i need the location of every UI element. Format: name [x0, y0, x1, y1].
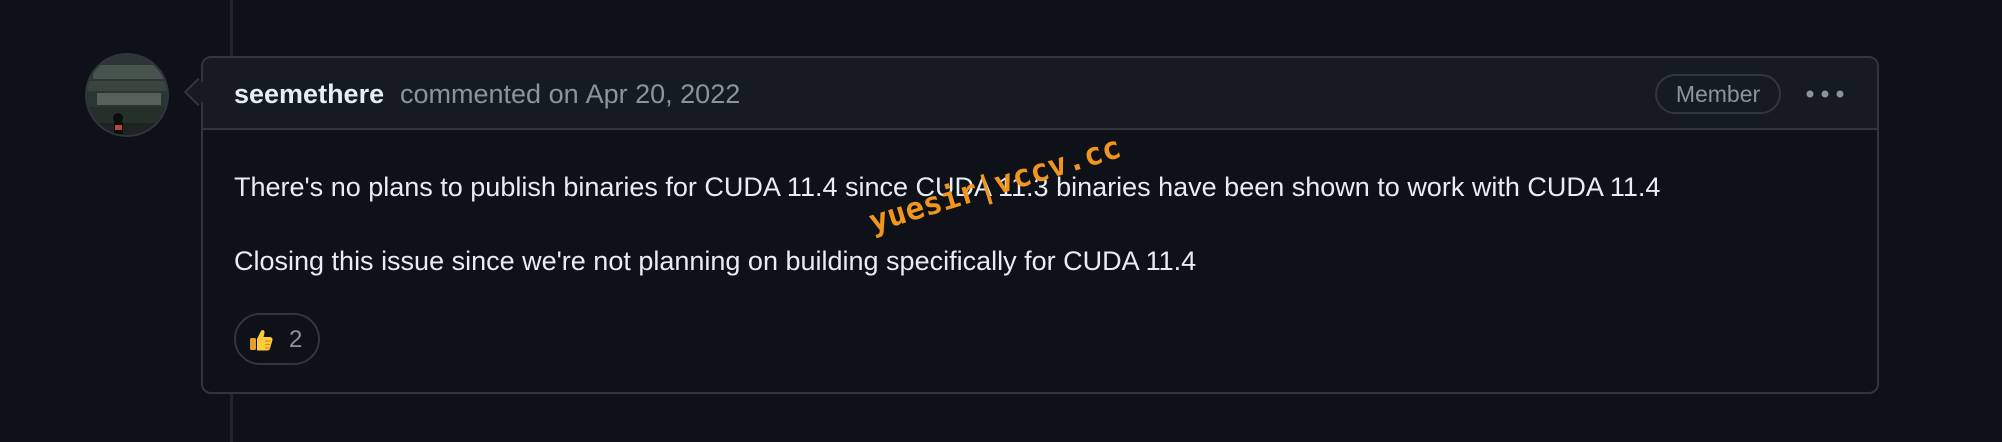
member-badge: Member [1655, 74, 1781, 114]
comment-author-link[interactable]: seemethere [234, 78, 384, 110]
comment-action-text: commented on [400, 79, 579, 109]
reaction-thumbs-up-button[interactable]: 2 [234, 313, 320, 365]
comment-box: seemethere commented on Apr 20, 2022 Memb… [201, 56, 1879, 394]
issue-timeline: seemethere commented on Apr 20, 2022 Memb… [0, 0, 2002, 442]
comment-meta: commented on Apr 20, 2022 [400, 78, 740, 110]
thumbs-up-icon [248, 327, 274, 353]
kebab-horizontal-icon[interactable] [1803, 80, 1847, 108]
reaction-count: 2 [289, 326, 303, 353]
comment-paragraph: Closing this issue since we're not plann… [234, 246, 1197, 276]
comment-timestamp-link[interactable]: Apr 20, 2022 [586, 79, 741, 109]
avatar[interactable] [85, 53, 169, 137]
comment-header: seemethere commented on Apr 20, 2022 Memb… [203, 58, 1877, 130]
